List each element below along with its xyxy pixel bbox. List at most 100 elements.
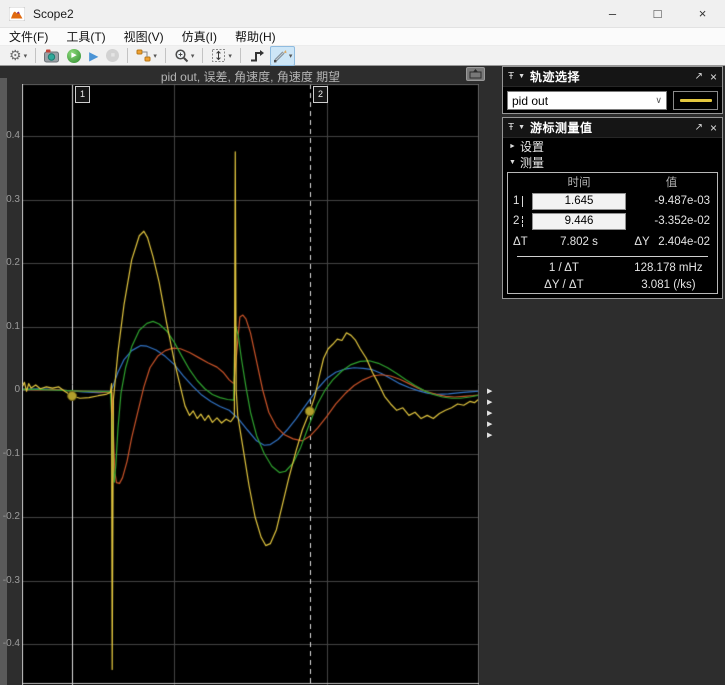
matlab-app-icon bbox=[9, 6, 25, 21]
expand-arrow-icon: ▶ bbox=[487, 399, 493, 406]
menu-item-3[interactable]: 仿真(I) bbox=[173, 28, 226, 45]
left-panel-handle[interactable] bbox=[0, 78, 7, 685]
undock-icon[interactable]: ↗ bbox=[695, 71, 703, 82]
menu-item-2[interactable]: 视图(V) bbox=[115, 28, 173, 45]
snapshot-button[interactable] bbox=[41, 46, 62, 66]
collapse-icon[interactable]: ▼ bbox=[518, 73, 525, 80]
measurements-section-toggle[interactable]: ▼ 测量 bbox=[503, 154, 722, 170]
delta-y-value: 2.404e-02 bbox=[658, 236, 710, 248]
frequency-value: 128.178 mHz bbox=[634, 261, 703, 274]
table-row-slope: ΔY / ΔT 3.081 (/ks) bbox=[508, 276, 717, 293]
settings-section-toggle[interactable]: ► 设置 bbox=[503, 138, 722, 154]
settings-button[interactable]: ⚙ ▾ bbox=[6, 46, 30, 66]
restore-panels-button[interactable] bbox=[466, 67, 485, 81]
cursor-1-flag[interactable]: 1 bbox=[75, 86, 90, 103]
y-tick-label--0.2: -0.2 bbox=[2, 511, 20, 522]
toolbar-separator bbox=[239, 48, 241, 63]
undock-icon[interactable]: ↗ bbox=[695, 122, 703, 133]
expand-arrow-icon: ▶ bbox=[487, 432, 493, 439]
close-button[interactable]: × bbox=[680, 0, 725, 27]
collapse-icon[interactable]: ▼ bbox=[518, 124, 525, 131]
plot-canvas[interactable] bbox=[22, 84, 479, 685]
run-button[interactable]: ▶ bbox=[64, 46, 84, 66]
panel-expander-arrows[interactable]: ▶ ▶ ▶ ▶ ▶ bbox=[487, 388, 492, 440]
trace-color-swatch bbox=[673, 91, 718, 110]
close-icon[interactable]: × bbox=[710, 70, 717, 84]
step-forward-icon: ▶ bbox=[89, 48, 99, 63]
plot-area: 1 2 bbox=[22, 84, 479, 685]
title-bar: Scope2 – □ × bbox=[0, 0, 725, 28]
menubar: 文件(F) 工具(T) 视图(V) 仿真(I) 帮助(H) bbox=[0, 28, 725, 46]
signal-selector-button[interactable]: ▾ bbox=[133, 46, 160, 66]
restore-panels-icon bbox=[469, 69, 482, 79]
cursor-measurements-dropdown-caret[interactable]: ▾ bbox=[289, 52, 293, 60]
measurements-table-header: 时间 值 bbox=[508, 173, 717, 191]
chevron-down-icon: ▼ bbox=[509, 158, 516, 166]
table-separator bbox=[517, 256, 708, 257]
y-tick-label--0.3: -0.3 bbox=[2, 574, 20, 586]
pin-icon[interactable]: Ŧ bbox=[508, 122, 514, 133]
toolbar-separator bbox=[35, 48, 37, 63]
window-title: Scope2 bbox=[33, 6, 74, 21]
trace-panel-title: 轨迹选择 bbox=[530, 70, 581, 84]
snapshot-icon bbox=[44, 49, 60, 63]
cursor-2-time-input[interactable]: 9.446 bbox=[532, 212, 626, 230]
signal-selector-dropdown-caret[interactable]: ▾ bbox=[153, 52, 157, 60]
toolbar-separator bbox=[164, 48, 166, 63]
step-forward-button[interactable]: ▶ bbox=[86, 46, 101, 66]
menu-item-4[interactable]: 帮助(H) bbox=[226, 28, 285, 45]
trigger-icon bbox=[249, 49, 265, 63]
y-tick-label--0.4: -0.4 bbox=[2, 638, 20, 649]
slope-label: ΔY / ΔT bbox=[544, 278, 584, 291]
frequency-label: 1 / ΔT bbox=[548, 261, 579, 274]
toolbar: ⚙ ▾ ▶ ▶ ■ ▾ ▾ ▾ ▾ bbox=[0, 45, 725, 66]
fit-to-view-dropdown-caret[interactable]: ▾ bbox=[228, 52, 232, 60]
maximize-button[interactable]: □ bbox=[635, 0, 680, 27]
trace-select-value: pid out bbox=[512, 93, 549, 108]
zoom-button[interactable]: ▾ bbox=[171, 46, 198, 66]
y-tick-label-0.2: 0.2 bbox=[6, 257, 20, 268]
cursor-2-flag[interactable]: 2 bbox=[313, 86, 328, 103]
plot-title: pid out, 误差, 角速度, 角速度 期望 bbox=[160, 70, 341, 84]
pin-icon[interactable]: Ŧ bbox=[508, 71, 514, 82]
cursor-1-time-input[interactable]: 1.645 bbox=[532, 192, 626, 210]
signal-selector-icon bbox=[136, 49, 151, 62]
dashed-line-icon bbox=[522, 215, 524, 227]
table-row-frequency: 1 / ΔT 128.178 mHz bbox=[508, 259, 717, 276]
fit-to-view-icon bbox=[211, 48, 226, 63]
trace-panel-header: Ŧ ▼ 轨迹选择 ↗ × bbox=[503, 67, 722, 87]
cursor-measurements-button[interactable]: ▾ bbox=[269, 45, 296, 66]
scope-content: pid out, 误差, 角速度, 角速度 期望 0.4 0.3 0.2 0.1 0 -0… bbox=[0, 66, 725, 685]
cursor-measurements-panel: Ŧ ▼ 游标测量值 ↗ × ► 设置 ▼ 测量 时间 值 1 1.645 -9.… bbox=[502, 117, 723, 299]
stop-button[interactable]: ■ bbox=[103, 46, 122, 66]
y-tick-label-0.1: 0.1 bbox=[6, 320, 20, 332]
slope-value: 3.081 (/ks) bbox=[641, 278, 696, 291]
chevron-right-icon: ► bbox=[509, 142, 516, 150]
fit-to-view-button[interactable]: ▾ bbox=[208, 46, 235, 66]
measurements-label: 测量 bbox=[520, 155, 545, 170]
settings-dropdown-caret[interactable]: ▾ bbox=[24, 52, 28, 60]
scope-window: Scope2 – □ × 文件(F) 工具(T) 视图(V) 仿真(I) 帮助(H) ⚙ ▾ ▶… bbox=[0, 0, 725, 685]
zoom-dropdown-caret[interactable]: ▾ bbox=[191, 52, 195, 60]
solid-line-icon bbox=[522, 195, 524, 207]
toolbar-separator bbox=[202, 48, 204, 63]
stop-icon: ■ bbox=[106, 49, 120, 62]
menu-item-1[interactable]: 工具(T) bbox=[57, 28, 114, 45]
window-controls: – □ × bbox=[590, 0, 725, 27]
minimize-button[interactable]: – bbox=[590, 0, 635, 27]
y-tick-label--0.1: -0.1 bbox=[2, 447, 20, 459]
chevron-down-icon: ∨ bbox=[655, 95, 662, 105]
trace-select-dropdown[interactable]: pid out ∨ bbox=[507, 91, 667, 110]
trigger-button[interactable] bbox=[246, 46, 268, 66]
table-row-delta: ΔT 7.802 s ΔY 2.404e-02 bbox=[508, 231, 717, 253]
close-icon[interactable]: × bbox=[710, 121, 717, 135]
table-row-cursor-2: 2 9.446 -3.352e-02 bbox=[508, 211, 717, 231]
toolbar-separator bbox=[127, 48, 129, 63]
value-column-header: 值 bbox=[665, 177, 678, 189]
cursor-panel-title: 游标测量值 bbox=[530, 121, 593, 135]
settings-label: 设置 bbox=[520, 139, 545, 154]
trace-selection-panel: Ŧ ▼ 轨迹选择 ↗ × pid out ∨ bbox=[502, 66, 723, 114]
run-icon: ▶ bbox=[67, 48, 82, 63]
zoom-icon bbox=[174, 48, 189, 63]
menu-item-0[interactable]: 文件(F) bbox=[0, 28, 57, 45]
